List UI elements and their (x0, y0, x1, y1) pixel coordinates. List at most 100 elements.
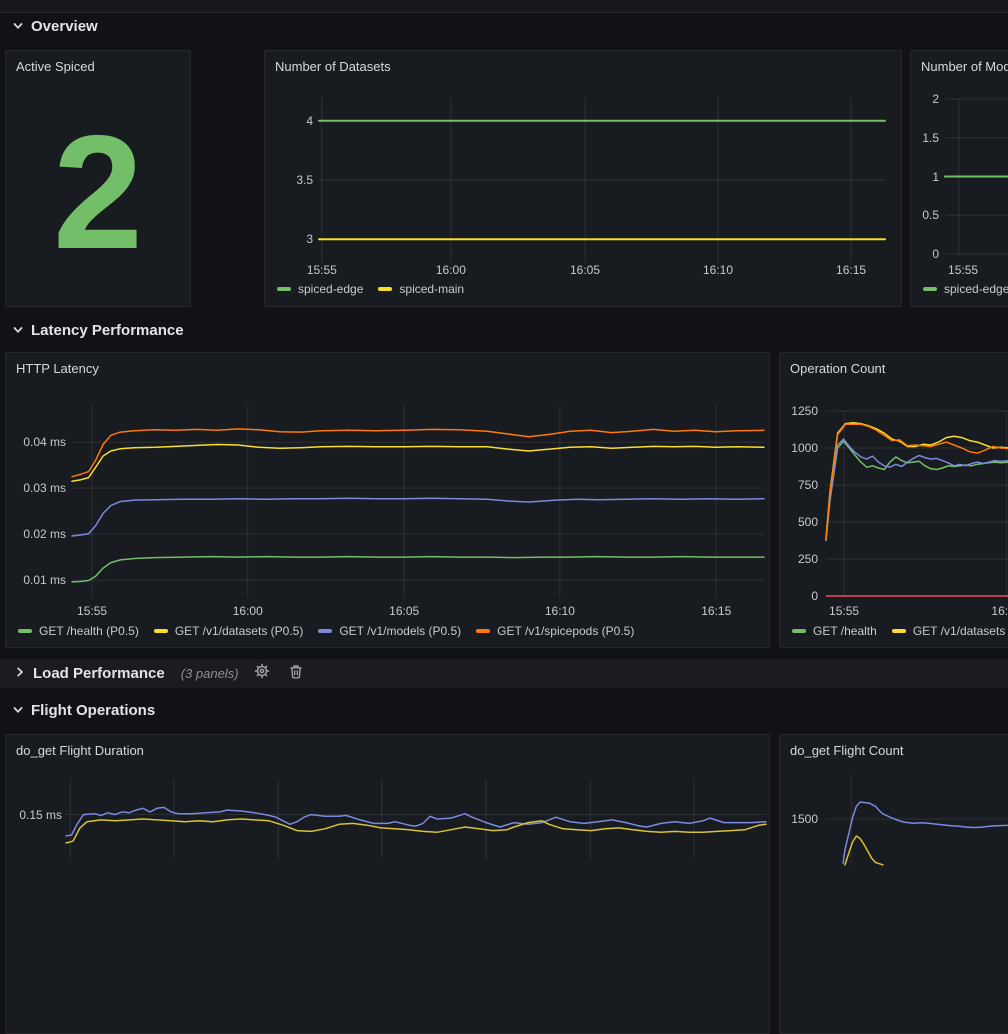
x-axis-tick-label: 16:05 (376, 603, 432, 619)
section-label: Overview (31, 18, 98, 35)
models-chart: 2 1.5 1 0.5 015:55 spiced-edge (911, 51, 1008, 306)
y-axis-tick-label: 1.5 (911, 130, 939, 146)
x-axis-tick-label: 15:55 (64, 603, 120, 619)
top-bar (0, 0, 1008, 13)
chevron-down-icon (12, 704, 24, 716)
legend-label: spiced-main (399, 282, 464, 296)
legend-item[interactable]: GET /v1/datasets (892, 624, 1006, 638)
x-axis-tick-label: 15:55 (935, 262, 991, 278)
x-axis-tick-label: 15:55 (816, 603, 872, 619)
legend-swatch (923, 287, 937, 291)
legend-swatch (277, 287, 291, 291)
legend-swatch (318, 629, 332, 633)
panel-number-of-models: Number of Models 2 1.5 1 0.5 015:55 spiced-ed… (910, 50, 1008, 307)
panel-operation-count: Operation Count 12501000750500250015:551… (779, 352, 1008, 648)
flight-count-chart: 1500 (780, 735, 1008, 1033)
trash-icon (289, 664, 303, 684)
x-axis-tick-label: 15:55 (294, 262, 350, 278)
legend-swatch (378, 287, 392, 291)
y-axis-tick-label: 0.01 ms (6, 572, 66, 588)
y-axis-tick-label: 1250 (780, 403, 818, 419)
legend-label: GET /v1/datasets (P0.5) (175, 624, 304, 638)
panel-title: Number of Datasets (265, 51, 901, 74)
row-delete-button[interactable] (285, 663, 307, 685)
y-axis-tick-label: 4 (265, 113, 313, 129)
panel-title: Number of Models (911, 51, 1008, 74)
y-axis-tick-label: 1 (911, 169, 939, 185)
legend-swatch (892, 629, 906, 633)
y-axis-tick-label: 1500 (780, 811, 818, 827)
y-axis-tick-label: 0.04 ms (6, 434, 66, 450)
x-axis-tick-label: 16:00 (220, 603, 276, 619)
flight-duration-chart: 0.15 ms (6, 735, 769, 1033)
y-axis-tick-label: 0 (780, 588, 818, 604)
legend-label: GET /v1/spicepods (P0.5) (497, 624, 634, 638)
chevron-down-icon (12, 324, 24, 336)
datasets-chart: 4 3.5 3 15:55 16:00 16:05 16:10 16:15 spiced-edg… (265, 51, 901, 306)
chevron-down-icon (12, 20, 24, 32)
legend-swatch (154, 629, 168, 633)
operation-count-chart: 12501000750500250015:5516:00GET /healthG… (780, 353, 1008, 647)
legend-label: GET /health (813, 624, 877, 638)
section-label: Latency Performance (31, 322, 184, 339)
panel-title: do_get Flight Duration (6, 735, 769, 758)
panel-title: Active Spiced (6, 51, 190, 74)
y-axis-tick-label: 750 (780, 477, 818, 493)
panel-count-label: (3 panels) (181, 666, 239, 681)
legend-item[interactable]: GET /health (P0.5) (18, 624, 139, 638)
y-axis-tick-label: 0 (911, 246, 939, 262)
panel-title: HTTP Latency (6, 353, 769, 376)
legend-item[interactable]: spiced-main (378, 282, 464, 296)
y-axis-tick-label: 3.5 (265, 172, 313, 188)
y-axis-tick-label: 500 (780, 514, 818, 530)
legend-item[interactable]: GET /health (792, 624, 877, 638)
legend-swatch (476, 629, 490, 633)
y-axis-tick-label: 0.03 ms (6, 480, 66, 496)
section-header-overview[interactable]: Overview (12, 16, 98, 36)
x-axis-tick-label: 16:05 (557, 262, 613, 278)
x-axis-tick-label: 16:15 (823, 262, 879, 278)
legend-item[interactable]: spiced-edge (277, 282, 363, 296)
y-axis-tick-label: 1000 (780, 440, 818, 456)
http-latency-chart: 0.04 ms 0.03 ms 0.02 ms 0.01 ms 15:55 16:00 16… (6, 353, 769, 647)
y-axis-tick-label: 250 (780, 551, 818, 567)
row-settings-button[interactable] (251, 663, 273, 685)
legend-label: GET /v1/datasets (913, 624, 1006, 638)
stat-value: 2 (6, 79, 190, 306)
panel-active-spiced: Active Spiced 2 (5, 50, 191, 307)
legend-swatch (792, 629, 806, 633)
panel-do-get-flight-count: do_get Flight Count 1500 (779, 734, 1008, 1034)
legend-item[interactable]: GET /v1/datasets (P0.5) (154, 624, 304, 638)
x-axis-tick-label: 16:15 (688, 603, 744, 619)
panel-title: do_get Flight Count (780, 735, 1008, 758)
legend-item[interactable]: GET /v1/models (P0.5) (318, 624, 461, 638)
legend-item[interactable]: spiced-edge (923, 282, 1008, 296)
legend-item[interactable]: GET /v1/spicepods (P0.5) (476, 624, 634, 638)
y-axis-tick-label: 0.02 ms (6, 526, 66, 542)
y-axis-tick-label: 0.15 ms (6, 807, 62, 823)
gear-icon (254, 663, 270, 684)
panel-http-latency: HTTP Latency 0.04 ms 0.03 ms 0.02 ms 0.01 m… (5, 352, 770, 648)
y-axis-tick-label: 0.5 (911, 207, 939, 223)
section-label: Load Performance (33, 665, 165, 682)
panel-number-of-datasets: Number of Datasets 4 3.5 3 15:55 16:00 16:05 1… (264, 50, 902, 307)
legend-label: spiced-edge (298, 282, 363, 296)
chevron-right-icon (14, 665, 26, 683)
legend-label: GET /health (P0.5) (39, 624, 139, 638)
chart-legend: GET /health (P0.5) GET /v1/datasets (P0.5… (18, 624, 634, 638)
y-axis-tick-label: 2 (911, 91, 939, 107)
chart-legend: spiced-edge spiced-main (277, 282, 464, 296)
panel-title: Operation Count (780, 353, 1008, 376)
legend-label: GET /v1/models (P0.5) (339, 624, 461, 638)
legend-label: spiced-edge (944, 282, 1008, 296)
panel-do-get-flight-duration: do_get Flight Duration 0.15 ms (5, 734, 770, 1034)
section-header-flight-operations[interactable]: Flight Operations (12, 700, 155, 720)
legend-swatch (18, 629, 32, 633)
x-axis-tick-label: 16:00 (423, 262, 479, 278)
section-header-latency-performance[interactable]: Latency Performance (12, 320, 184, 340)
section-header-load-performance[interactable]: Load Performance (3 panels) (0, 659, 1008, 688)
y-axis-tick-label: 3 (265, 231, 313, 247)
chart-legend: spiced-edge (923, 282, 1008, 296)
x-axis-tick-label: 16:10 (690, 262, 746, 278)
section-label: Flight Operations (31, 702, 155, 719)
